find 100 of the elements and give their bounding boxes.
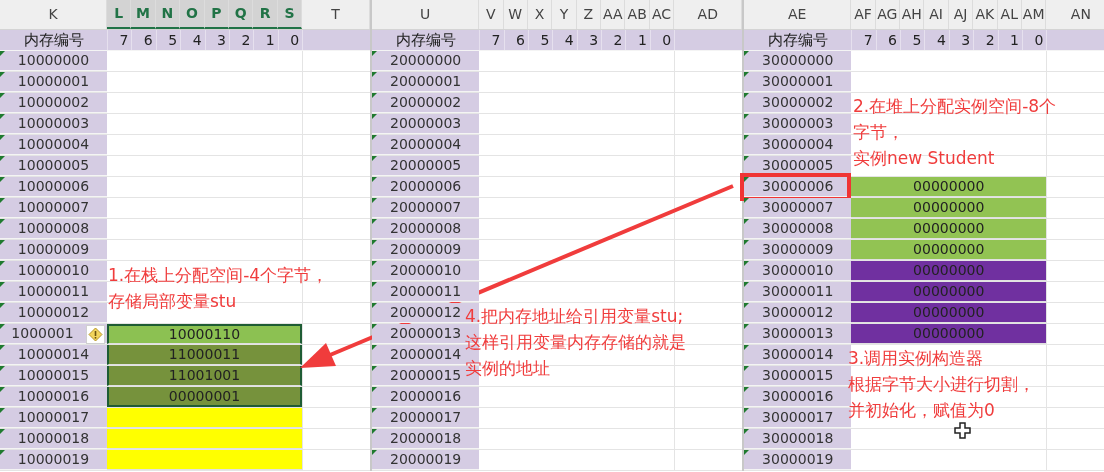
column-header[interactable]: AD — [674, 0, 743, 29]
value-cell: 00000000 — [851, 219, 1047, 239]
address-cell: 10000017 — [0, 408, 107, 428]
bit-header-cell: 4 — [552, 30, 577, 50]
address-cell: 20000003 — [372, 114, 480, 134]
value-cell: 11000011 — [107, 345, 302, 365]
column-header[interactable]: V — [479, 0, 504, 29]
bit-header-cell: 2 — [228, 30, 254, 50]
column-header[interactable]: AI — [924, 0, 949, 29]
bit-header-cell: 1 — [997, 30, 1022, 50]
address-cell: 10000005 — [0, 156, 107, 176]
address-cell: 20000011 — [372, 282, 480, 302]
column-header[interactable]: AE — [744, 0, 852, 29]
column-header[interactable]: T — [302, 0, 371, 29]
column-header[interactable]: AG — [875, 0, 901, 29]
column-header[interactable]: X — [527, 0, 553, 29]
column-header[interactable]: AH — [900, 0, 925, 29]
value-cell: 00000001 — [107, 387, 302, 407]
column-header[interactable]: L — [107, 0, 132, 29]
bit-header-cell: 0 — [277, 30, 303, 50]
address-cell: 10000015 — [0, 366, 107, 386]
address-cell: 30000011 — [744, 282, 852, 302]
bit-header-cell: 5 — [900, 30, 925, 50]
address-cell: 30000019 — [744, 450, 852, 470]
column-header[interactable]: AN — [1046, 0, 1104, 29]
column-header[interactable]: Z — [576, 0, 602, 29]
bit-header-cell: 4 — [924, 30, 949, 50]
column-header[interactable]: AA — [601, 0, 626, 29]
column-header[interactable]: R — [253, 0, 278, 29]
column-header[interactable]: AM — [1022, 0, 1047, 29]
header-cell-text: 内存编号 — [766, 30, 829, 50]
column-header[interactable]: U — [372, 0, 480, 29]
bit-header-cell: 0 — [1022, 30, 1047, 50]
address-cell: 20000005 — [372, 156, 480, 176]
bit-header-cell: 1 — [625, 30, 650, 50]
address-cell: 10000011 — [0, 282, 107, 302]
address-cell: 10000014 — [0, 345, 107, 365]
address-cell: 10000001 — [0, 72, 107, 92]
value-cell: 00000000 — [851, 324, 1047, 344]
address-cell: 10000007 — [0, 198, 107, 218]
column-header[interactable]: AK — [973, 0, 998, 29]
bit-header-cell: 0 — [649, 30, 675, 50]
address-cell: 20000018 — [372, 429, 480, 449]
address-cell: 30000004 — [744, 135, 852, 155]
bit-header-cell: 5 — [155, 30, 181, 50]
value-cell: 00000000 — [851, 261, 1047, 281]
address-cell: 20000009 — [372, 240, 480, 260]
address-cell: 20000002 — [372, 93, 480, 113]
column-header[interactable]: Y — [552, 0, 577, 29]
address-cell: 10000019 — [0, 450, 107, 470]
address-cell: 30000005 — [744, 156, 852, 176]
bit-header-cell: 2 — [973, 30, 998, 50]
column-header[interactable]: O — [180, 0, 205, 29]
address-cell: 20000000 — [372, 51, 480, 71]
address-cell: 10000003 — [0, 114, 107, 134]
address-cell: 30000003 — [744, 114, 852, 134]
address-cell: 30000012 — [744, 303, 852, 323]
address-cell: 30000000 — [744, 51, 852, 71]
column-header[interactable]: AC — [649, 0, 675, 29]
column-header[interactable]: Q — [228, 0, 254, 29]
warning-icon[interactable] — [86, 325, 105, 344]
address-cell: 20000010 — [372, 261, 480, 281]
address-cell: 10000012 — [0, 303, 107, 323]
bit-header-cell: 6 — [503, 30, 528, 50]
column-header[interactable]: S — [277, 0, 303, 29]
column-header[interactable]: AF — [851, 0, 876, 29]
value-cell: 00000000 — [851, 282, 1047, 302]
address-cell: 20000006 — [372, 177, 480, 197]
address-cell: 10000000 — [0, 51, 107, 71]
column-header[interactable]: M — [131, 0, 156, 29]
address-cell: 30000002 — [744, 93, 852, 113]
column-header[interactable]: AL — [997, 0, 1022, 29]
address-cell: 1000001 — [0, 324, 107, 344]
address-cell: 20000017 — [372, 408, 480, 428]
bit-header-cell: 7 — [479, 30, 504, 50]
address-cell: 30000018 — [744, 429, 852, 449]
column-header[interactable]: AB — [625, 0, 650, 29]
address-cell: 30000008 — [744, 219, 852, 239]
value-cell: 00000000 — [851, 198, 1047, 218]
header-cell-text: 内存编号 — [394, 30, 457, 50]
bit-header-cell: 6 — [131, 30, 156, 50]
bit-header-cell: 5 — [527, 30, 553, 50]
address-cell: 20000019 — [372, 450, 480, 470]
column-header[interactable]: W — [503, 0, 528, 29]
address-cell: 10000008 — [0, 219, 107, 239]
bit-header-cell: 1 — [253, 30, 278, 50]
column-header[interactable]: P — [204, 0, 229, 29]
value-cell: 00000000 — [851, 177, 1047, 197]
address-cell: 10000010 — [0, 261, 107, 281]
address-cell: 20000004 — [372, 135, 480, 155]
column-header[interactable]: AJ — [948, 0, 974, 29]
column-header[interactable]: N — [155, 0, 181, 29]
value-cell: 00000000 — [851, 240, 1047, 260]
bit-header-cell: 2 — [601, 30, 626, 50]
bit-header-cell: 3 — [948, 30, 974, 50]
address-cell: 10000006 — [0, 177, 107, 197]
address-cell: 20000016 — [372, 387, 480, 407]
address-cell: 30000001 — [744, 72, 852, 92]
bit-header-cell: 7 — [107, 30, 132, 50]
annotation-text: 2.在堆上分配实例空间-8个 字节， 实例new Student — [853, 95, 1057, 170]
